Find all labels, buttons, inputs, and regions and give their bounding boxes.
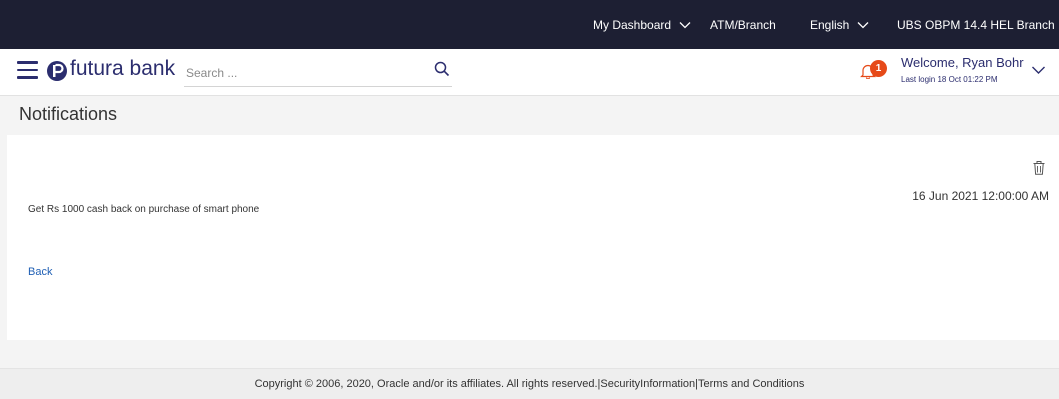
page-title: Notifications (19, 104, 118, 124)
futura-logo-icon (47, 61, 67, 81)
back-link[interactable]: Back (28, 266, 52, 278)
trash-icon[interactable] (1033, 161, 1045, 175)
language-label: English (810, 17, 850, 32)
chevron-down-icon (679, 21, 691, 28)
atm-branch-link[interactable]: ATM/Branch (710, 0, 776, 49)
welcome-user[interactable]: Welcome, Ryan Bohr (901, 55, 1024, 70)
notification-card: 16 Jun 2021 12:00:00 AM Get Rs 1000 cash… (7, 135, 1059, 340)
copyright-text: Copyright © 2006, 2020, Oracle and/or it… (254, 378, 598, 390)
top-bar: My Dashboard ATM/Branch English UBS OBPM… (0, 0, 1059, 49)
notification-date: 16 Jun 2021 12:00:00 AM (912, 189, 1049, 203)
brand-name[interactable]: futura bank (70, 57, 175, 81)
main-header: futura bank 1 Welcome, Ryan Bohr Last lo… (0, 49, 1059, 96)
menu-icon[interactable] (17, 61, 38, 79)
search-input[interactable] (184, 59, 452, 87)
chevron-down-icon (857, 21, 869, 28)
branch-menu[interactable]: UBS OBPM 14.4 HEL Branch (897, 0, 1059, 49)
terms-and-conditions-link[interactable]: Terms and Conditions (698, 378, 804, 390)
last-login-text: Last login 18 Oct 01:22 PM (901, 75, 998, 84)
notification-count-badge[interactable]: 1 (870, 60, 887, 77)
my-dashboard-label: My Dashboard (593, 17, 672, 32)
footer: Copyright © 2006, 2020, Oracle and/or it… (0, 368, 1059, 399)
notification-message: Get Rs 1000 cash back on purchase of sma… (28, 204, 260, 215)
branch-label: UBS OBPM 14.4 HEL Branch (897, 17, 1055, 32)
security-information-link[interactable]: SecurityInformation (600, 378, 695, 390)
search-icon[interactable] (434, 61, 450, 77)
chevron-down-icon[interactable] (1031, 62, 1046, 77)
language-menu[interactable]: English (810, 0, 869, 49)
atm-branch-label: ATM/Branch (710, 17, 776, 32)
my-dashboard-menu[interactable]: My Dashboard (593, 0, 691, 49)
